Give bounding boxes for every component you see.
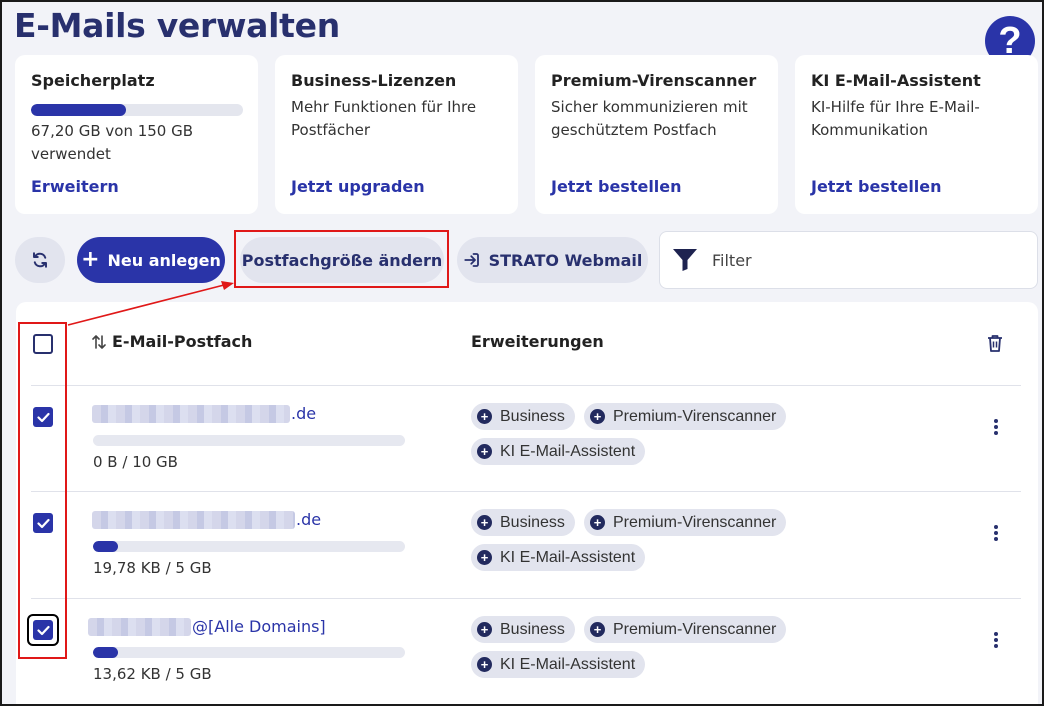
annotation-arrow	[67, 281, 234, 326]
app-frame: E-Mails verwalten ? Speicherplatz 67,20 …	[0, 0, 1044, 706]
